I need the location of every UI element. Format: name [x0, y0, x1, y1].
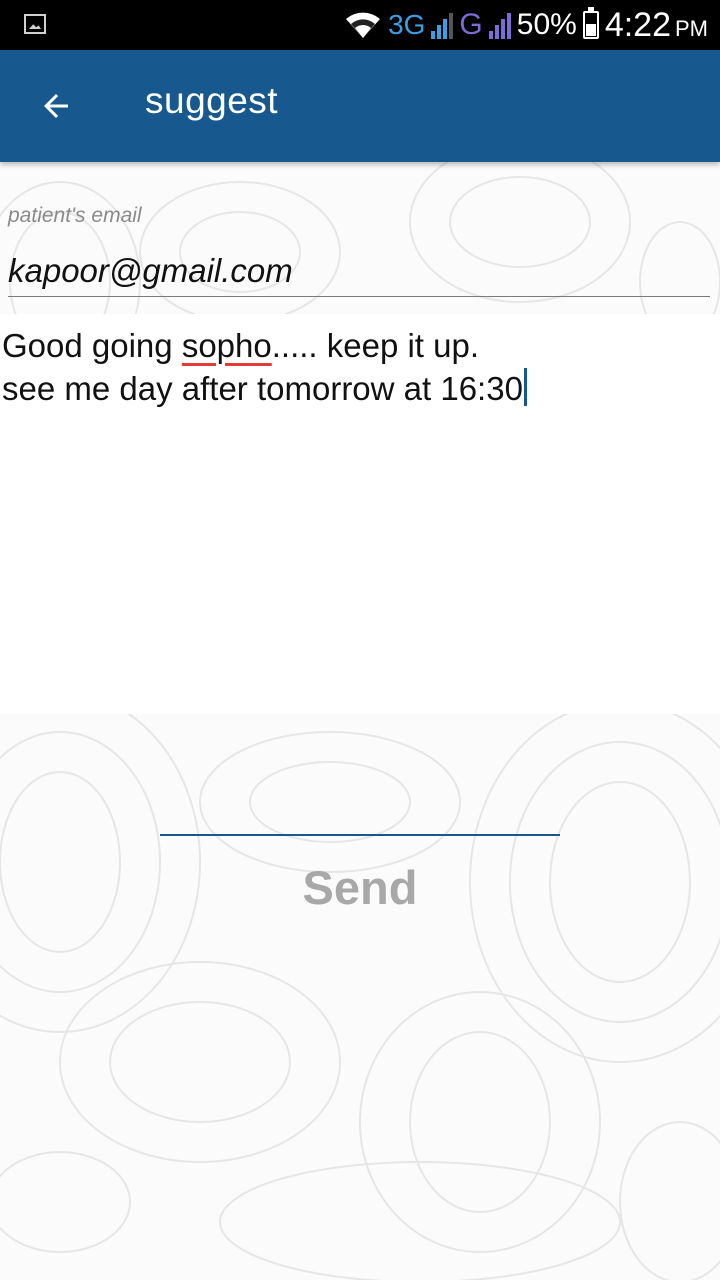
text-cursor	[523, 368, 527, 406]
status-indicators: 3G G 50% 4:22 PM	[344, 0, 708, 50]
message-line1-start: Good going	[2, 327, 182, 364]
battery-percent: 50%	[516, 8, 577, 41]
app-bar: suggest	[0, 50, 720, 162]
wifi-icon	[346, 12, 381, 38]
page-title: suggest	[145, 80, 279, 121]
email-label: patient's email	[8, 204, 142, 227]
message-line1-end: ..... keep it up.	[271, 327, 480, 364]
arrow-back-icon	[44, 94, 68, 118]
message-line2: see me day after tomorrow at 16:30	[2, 370, 523, 407]
signal-3g-icon	[431, 11, 454, 39]
battery-icon	[582, 7, 599, 39]
signal-g-icon	[488, 11, 511, 39]
send-divider	[160, 834, 560, 836]
clock-time: 4:22	[604, 5, 671, 44]
email-input[interactable]	[8, 246, 710, 297]
message-text[interactable]: Good going sopho..... keep it up. see me…	[2, 324, 527, 410]
status-bar: 3G G 50% 4:22 PM	[0, 0, 720, 50]
send-button[interactable]: Send	[160, 852, 560, 922]
image-icon	[24, 14, 46, 34]
clock-ampm: PM	[675, 15, 708, 41]
form-area: patient's email Good going sopho..... ke…	[0, 162, 720, 1280]
network-g-label: G	[459, 8, 483, 41]
network-3g-label: 3G	[388, 9, 426, 40]
back-button[interactable]	[28, 78, 84, 134]
misspelled-word[interactable]: sopho	[182, 327, 272, 364]
clock: 4:22 PM	[605, 6, 708, 45]
